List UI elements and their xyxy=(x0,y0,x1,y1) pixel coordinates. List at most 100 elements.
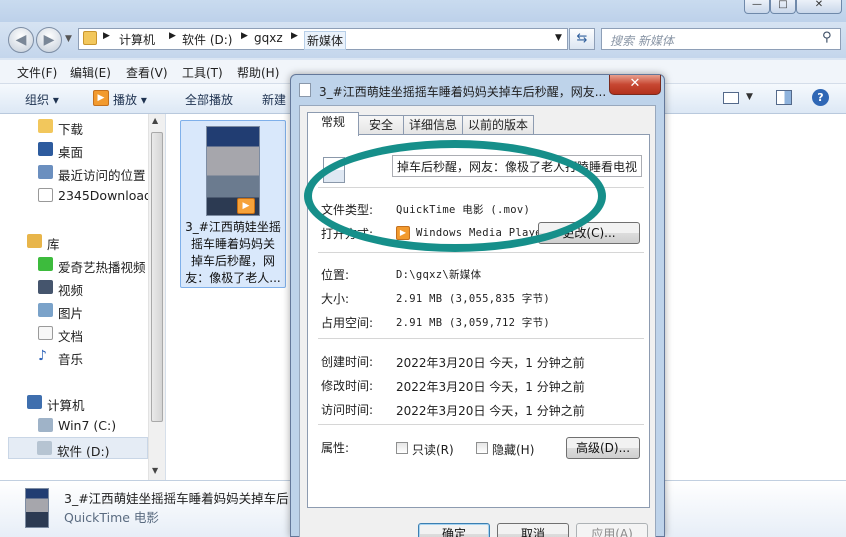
new-folder-button[interactable]: 新建 xyxy=(262,91,286,108)
breadcrumb-gqxz[interactable]: gqxz xyxy=(254,31,283,45)
computer-icon xyxy=(27,395,42,409)
minimize-button[interactable]: — xyxy=(744,0,770,14)
hidden-checkbox[interactable] xyxy=(476,442,488,454)
drive-c-icon xyxy=(38,418,53,432)
view-dropdown-icon[interactable]: ▼ xyxy=(746,92,753,102)
close-window-button[interactable]: ✕ xyxy=(796,0,842,14)
help-icon[interactable]: ? xyxy=(812,89,829,106)
search-placeholder: 搜索 新媒体 xyxy=(610,34,674,48)
scroll-down-icon[interactable]: ▼ xyxy=(152,466,158,475)
organize-button[interactable]: 组织 ▾ xyxy=(25,91,59,108)
readonly-checkbox[interactable] xyxy=(396,442,408,454)
attributes-label: 属性: xyxy=(321,441,350,455)
properties-dialog: 3_#江西萌娃坐摇摇车睡着妈妈关掉车后秒醒，网友... ✕ 常规 安全 详细信息… xyxy=(290,74,665,537)
refresh-icon: ⇆ xyxy=(576,31,588,46)
tab-previous-versions[interactable]: 以前的版本 xyxy=(462,115,534,135)
nav-item-desktop[interactable]: 桌面 xyxy=(0,139,148,161)
nav-item-documents[interactable]: 文档 xyxy=(0,323,148,345)
file-name-field[interactable]: 掉车后秒醒，网友：像极了老人打瞌睡看电视 xyxy=(392,155,642,177)
videos-icon xyxy=(38,280,53,294)
file-item-video[interactable]: ▶ 3_#江西萌娃坐摇 摇车睡着妈妈关 掉车后秒醒，网 友：像极了老人... xyxy=(180,120,286,288)
recent-pages-icon[interactable]: ▼ xyxy=(65,34,72,44)
view-options-icon[interactable] xyxy=(723,92,739,104)
dialog-body: 常规 安全 详细信息 以前的版本 掉车后秒醒，网友：像极了老人打瞌睡看电视 文件… xyxy=(299,105,656,537)
apply-button[interactable]: 应用(A) xyxy=(576,523,648,537)
menu-tools[interactable]: 工具(T) xyxy=(182,64,223,81)
nav-item-downloads[interactable]: 下载 xyxy=(0,116,148,138)
tab-details[interactable]: 详细信息 xyxy=(403,115,463,135)
size-value: 2.91 MB (3,055,835 字节) xyxy=(396,293,551,305)
size-label: 大小: xyxy=(321,292,350,306)
documents-icon xyxy=(38,326,53,340)
breadcrumb-drive-d[interactable]: 软件 (D:) xyxy=(182,31,232,48)
details-thumbnail xyxy=(25,488,49,528)
nav-item-2345downloads[interactable]: 2345Downloads xyxy=(0,185,148,207)
breadcrumb-current[interactable]: 新媒体 xyxy=(304,31,347,50)
file-item-caption: 3_#江西萌娃坐摇 摇车睡着妈妈关 掉车后秒醒，网 友：像极了老人... xyxy=(185,220,281,285)
menu-file[interactable]: 文件(F) xyxy=(17,64,57,81)
tab-security[interactable]: 安全 xyxy=(358,115,404,135)
media-file-icon xyxy=(299,83,311,97)
hidden-label[interactable]: 隐藏(H) xyxy=(492,441,534,458)
created-label: 创建时间: xyxy=(321,355,374,369)
recent-places-icon xyxy=(38,165,53,179)
back-button[interactable]: ◀ xyxy=(8,27,34,53)
open-with-label: 打开方式: xyxy=(321,227,374,241)
play-button[interactable]: 播放 ▾ xyxy=(113,91,147,108)
dialog-title: 3_#江西萌娃坐摇摇车睡着妈妈关掉车后秒醒，网友... xyxy=(295,79,605,99)
music-icon: ♪ xyxy=(38,348,47,364)
iqiyi-icon xyxy=(38,257,53,271)
play-all-button[interactable]: 全部播放 xyxy=(185,91,233,108)
dialog-close-button[interactable]: ✕ xyxy=(609,75,661,95)
wmp-badge-icon: ▶ xyxy=(237,198,255,214)
forward-button[interactable]: ▶ xyxy=(36,27,62,53)
size-on-disk-value: 2.91 MB (3,059,712 字节) xyxy=(396,317,551,329)
folder-icon xyxy=(38,188,53,202)
refresh-button[interactable]: ⇆ xyxy=(569,28,595,50)
created-value: 2022年3月20日 今天，1 分钟之前 xyxy=(396,356,585,370)
navigation-pane: 下载 桌面 最近访问的位置 2345Downloads 库 爱奇艺热播视频 视频… xyxy=(0,114,166,480)
windows-media-player-icon: ▶ xyxy=(396,226,410,240)
nav-item-music[interactable]: ♪ 音乐 xyxy=(0,346,148,368)
scroll-up-icon[interactable]: ▲ xyxy=(152,116,158,125)
accessed-label: 访问时间: xyxy=(321,403,374,417)
advanced-button[interactable]: 高级(D)... xyxy=(566,437,640,459)
library-icon xyxy=(27,234,42,248)
drive-d-icon xyxy=(37,441,52,455)
address-dropdown-icon[interactable]: ▼ xyxy=(555,33,562,43)
nav-item-videos[interactable]: 视频 xyxy=(0,277,148,299)
cancel-button[interactable]: 取消 xyxy=(497,523,569,537)
tab-general[interactable]: 常规 xyxy=(307,112,359,136)
maximize-button[interactable]: □ xyxy=(770,0,796,14)
video-file-icon xyxy=(323,157,345,183)
nav-item-recent[interactable]: 最近访问的位置 xyxy=(0,162,148,184)
menu-edit[interactable]: 编辑(E) xyxy=(70,64,111,81)
address-bar[interactable]: ▶ 计算机 ▶ 软件 (D:) ▶ gqxz ▶ 新媒体 ▼ xyxy=(78,28,568,50)
preview-pane-icon[interactable] xyxy=(776,90,792,105)
scroll-thumb[interactable] xyxy=(151,132,163,422)
nav-item-iqiyi[interactable]: 爱奇艺热播视频 xyxy=(0,254,148,276)
nav-item-libraries[interactable]: 库 xyxy=(0,231,148,253)
breadcrumb-computer[interactable]: 计算机 xyxy=(119,31,155,48)
nav-item-computer[interactable]: 计算机 xyxy=(0,392,148,414)
general-tab-panel: 掉车后秒醒，网友：像极了老人打瞌睡看电视 文件类型: QuickTime 电影 … xyxy=(307,134,650,508)
change-open-with-button[interactable]: 更改(C)... xyxy=(538,222,640,244)
modified-label: 修改时间: xyxy=(321,379,374,393)
nav-item-pictures[interactable]: 图片 xyxy=(0,300,148,322)
search-icon[interactable]: ⚲ xyxy=(822,30,832,45)
open-with-value: Windows Media Playe xyxy=(416,227,538,239)
play-icon: ▶ xyxy=(93,90,109,106)
readonly-label[interactable]: 只读(R) xyxy=(412,441,454,458)
menu-help[interactable]: 帮助(H) xyxy=(237,64,279,81)
nav-item-drive-d[interactable]: 软件 (D:) xyxy=(8,437,148,459)
size-on-disk-label: 占用空间: xyxy=(321,316,374,330)
desktop-icon xyxy=(38,142,53,156)
ok-button[interactable]: 确定 xyxy=(418,523,490,537)
nav-scrollbar[interactable]: ▲ ▼ xyxy=(148,114,165,480)
search-input[interactable]: 搜索 新媒体 ⚲ xyxy=(601,28,841,50)
menu-view[interactable]: 查看(V) xyxy=(126,64,168,81)
folder-icon xyxy=(83,31,97,45)
pictures-icon xyxy=(38,303,53,317)
file-type-label: 文件类型: xyxy=(321,203,374,217)
nav-item-drive-c[interactable]: Win7 (C:) xyxy=(0,415,148,437)
